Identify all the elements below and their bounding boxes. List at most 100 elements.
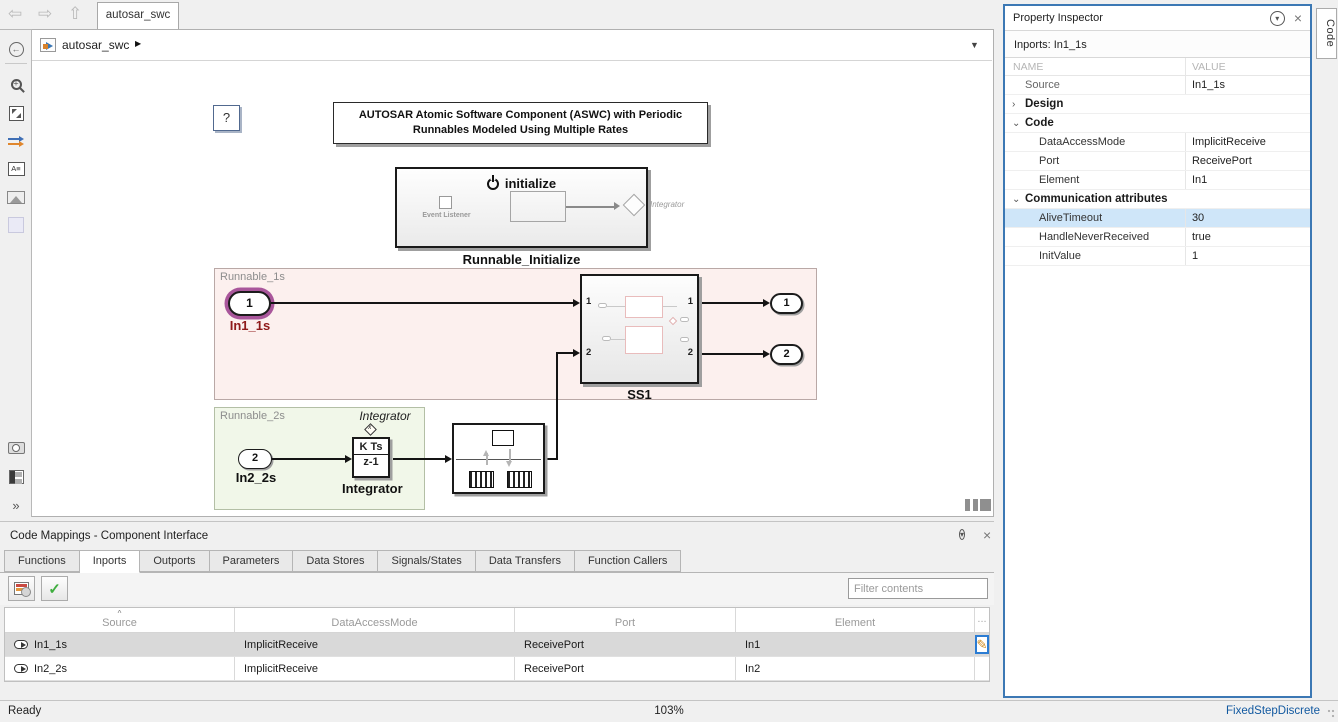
ss1-inport2-label: 2: [586, 347, 591, 358]
code-side-tab[interactable]: Code: [1316, 8, 1337, 59]
subsystem-ss1[interactable]: 1 2 1 2: [580, 274, 699, 384]
annotation-button[interactable]: A≡: [6, 159, 26, 179]
rate-transition-block[interactable]: [452, 423, 545, 494]
code-mappings-panel: Code Mappings - Component Interface ▾ × …: [0, 521, 994, 698]
arrowhead: [345, 455, 352, 463]
wire-ss1-to-out2[interactable]: [699, 353, 765, 355]
resize-grip[interactable]: [1327, 709, 1335, 719]
runnable-1s-region[interactable]: Runnable_1s: [214, 268, 817, 400]
wire-in1-to-ss1[interactable]: [271, 302, 574, 304]
tab-outports[interactable]: Outports: [140, 550, 209, 572]
canvas-dropdown-icon[interactable]: ▼: [970, 40, 979, 50]
wire-in2-to-integrator[interactable]: [272, 458, 347, 460]
fit-to-view-button[interactable]: [6, 103, 26, 123]
runnable-initialize-block[interactable]: initialize Event Listener Integrator: [395, 167, 648, 248]
ss1-thumbnail: [663, 306, 677, 307]
section-design[interactable]: › Design: [1005, 95, 1310, 114]
property-inspector-header: Property Inspector ▾ ×: [1005, 6, 1310, 30]
inport-in2-2s[interactable]: 2: [238, 449, 272, 469]
ss1-thumbnail: [607, 306, 627, 307]
ss1-thumbnail: [602, 336, 611, 341]
property-row-port[interactable]: Port ReceivePort: [1005, 152, 1310, 171]
tab-signals-states[interactable]: Signals/States: [378, 550, 475, 572]
table-row-in2-2s[interactable]: In2_2s ImplicitReceive ReceivePort In2: [5, 657, 989, 681]
code-mappings-menu-button[interactable]: ▾: [959, 528, 965, 541]
inport-in1-1s[interactable]: 1: [228, 291, 271, 316]
filter-input[interactable]: [848, 578, 988, 599]
breadcrumb-caret-icon[interactable]: ▶: [135, 39, 141, 48]
model-canvas[interactable]: ? AUTOSAR Atomic Software Component (ASW…: [32, 61, 992, 516]
ss1-thumbnail: [625, 326, 663, 354]
hide-explorer-bar-button[interactable]: ←: [6, 39, 26, 59]
code-mappings-close-icon[interactable]: ×: [983, 529, 991, 541]
rate-up-arrowhead: [483, 447, 489, 456]
initialize-diamond-note: Integrator: [650, 200, 684, 209]
zoom-level: 103%: [0, 705, 1338, 717]
property-inspector-menu-icon[interactable]: ▾: [1270, 11, 1285, 26]
property-inspector-close-icon[interactable]: ×: [1294, 12, 1302, 24]
image-button[interactable]: [6, 187, 26, 207]
tab-data-stores[interactable]: Data Stores: [293, 550, 378, 572]
canvas-grip[interactable]: [973, 499, 978, 511]
area-icon: [8, 217, 24, 233]
validate-button[interactable]: ✓: [41, 576, 68, 601]
wire-into-ss1-port2[interactable]: [556, 352, 574, 354]
tab-inports[interactable]: Inports: [80, 550, 141, 573]
tab-functions[interactable]: Functions: [4, 550, 80, 572]
canvas-grip[interactable]: [965, 499, 970, 511]
up-to-parent-icon[interactable]: ⇧: [68, 4, 82, 24]
runnable-1s-region-label: Runnable_1s: [220, 271, 285, 283]
property-row-alivetimeout[interactable]: AliveTimeout 30: [1005, 209, 1310, 228]
column-source[interactable]: ^ Source: [5, 608, 235, 632]
property-row-handleneverreceived[interactable]: HandleNeverReceived true: [1005, 228, 1310, 247]
property-row-initvalue[interactable]: InitValue 1: [1005, 247, 1310, 266]
tab-function-callers[interactable]: Function Callers: [575, 550, 681, 572]
signal-lines-button[interactable]: [6, 132, 26, 152]
property-row-source[interactable]: Source In1_1s: [1005, 76, 1310, 95]
solver-link[interactable]: FixedStepDiscrete: [1226, 705, 1320, 717]
tab-parameters[interactable]: Parameters: [210, 550, 294, 572]
breadcrumb-model-name[interactable]: autosar_swc: [62, 38, 129, 52]
column-dataaccessmode[interactable]: DataAccessMode: [235, 608, 515, 632]
initialize-subblock: [510, 191, 566, 222]
edit-mapping-button[interactable]: ✎: [975, 635, 990, 654]
column-element[interactable]: Element: [736, 608, 975, 632]
canvas-grip[interactable]: [980, 499, 991, 511]
forward-icon[interactable]: ⇨: [38, 4, 52, 24]
rate-top-rect: [492, 430, 514, 446]
help-block[interactable]: ?: [213, 105, 240, 131]
wire-rate-vertical[interactable]: [556, 352, 558, 460]
outport-2[interactable]: 2: [770, 344, 803, 365]
ss1-thumbnail: [625, 296, 663, 318]
section-code[interactable]: ⌄ Code: [1005, 114, 1310, 133]
property-row-element[interactable]: Element In1: [1005, 171, 1310, 190]
wire-ss1-to-out1[interactable]: [699, 302, 765, 304]
wire-integrator-to-rate[interactable]: [393, 458, 446, 460]
integrator-label: Integrator: [342, 481, 402, 496]
title-annotation-block[interactable]: AUTOSAR Atomic Software Component (ASWC)…: [333, 102, 708, 144]
table-row-in1-1s[interactable]: In1_1s ImplicitReceive ReceivePort In1 ✎: [5, 633, 989, 657]
property-row-dataaccessmode[interactable]: DataAccessMode ImplicitReceive: [1005, 133, 1310, 152]
ss1-outport1-label: 1: [688, 296, 693, 307]
event-listener-block: [439, 196, 452, 209]
tab-data-transfers[interactable]: Data Transfers: [476, 550, 575, 572]
integrator-block[interactable]: K Ts z-1: [352, 437, 390, 478]
map-defaults-button[interactable]: [8, 576, 35, 601]
camera-icon: [8, 442, 25, 454]
outport-1[interactable]: 1: [770, 293, 803, 314]
model-tab[interactable]: autosar_swc: [97, 2, 179, 29]
column-port[interactable]: Port: [515, 608, 736, 632]
zoom-tool-button[interactable]: [6, 74, 26, 94]
back-icon[interactable]: ⇦: [8, 4, 22, 24]
screenshot-button[interactable]: [6, 438, 26, 458]
expand-palette-button[interactable]: »: [6, 495, 26, 515]
section-communication-attributes[interactable]: ⌄ Communication attributes: [1005, 190, 1310, 209]
arrowhead: [573, 299, 580, 307]
rate-buffer-right: [507, 471, 532, 488]
runnable-initialize-label: Runnable_Initialize: [395, 252, 648, 267]
column-more[interactable]: ...: [975, 608, 989, 632]
arrowhead: [573, 349, 580, 357]
integrator-state-annotation: Integrator: [345, 409, 425, 423]
model-browser-button[interactable]: [6, 467, 26, 487]
area-button[interactable]: [6, 215, 26, 235]
